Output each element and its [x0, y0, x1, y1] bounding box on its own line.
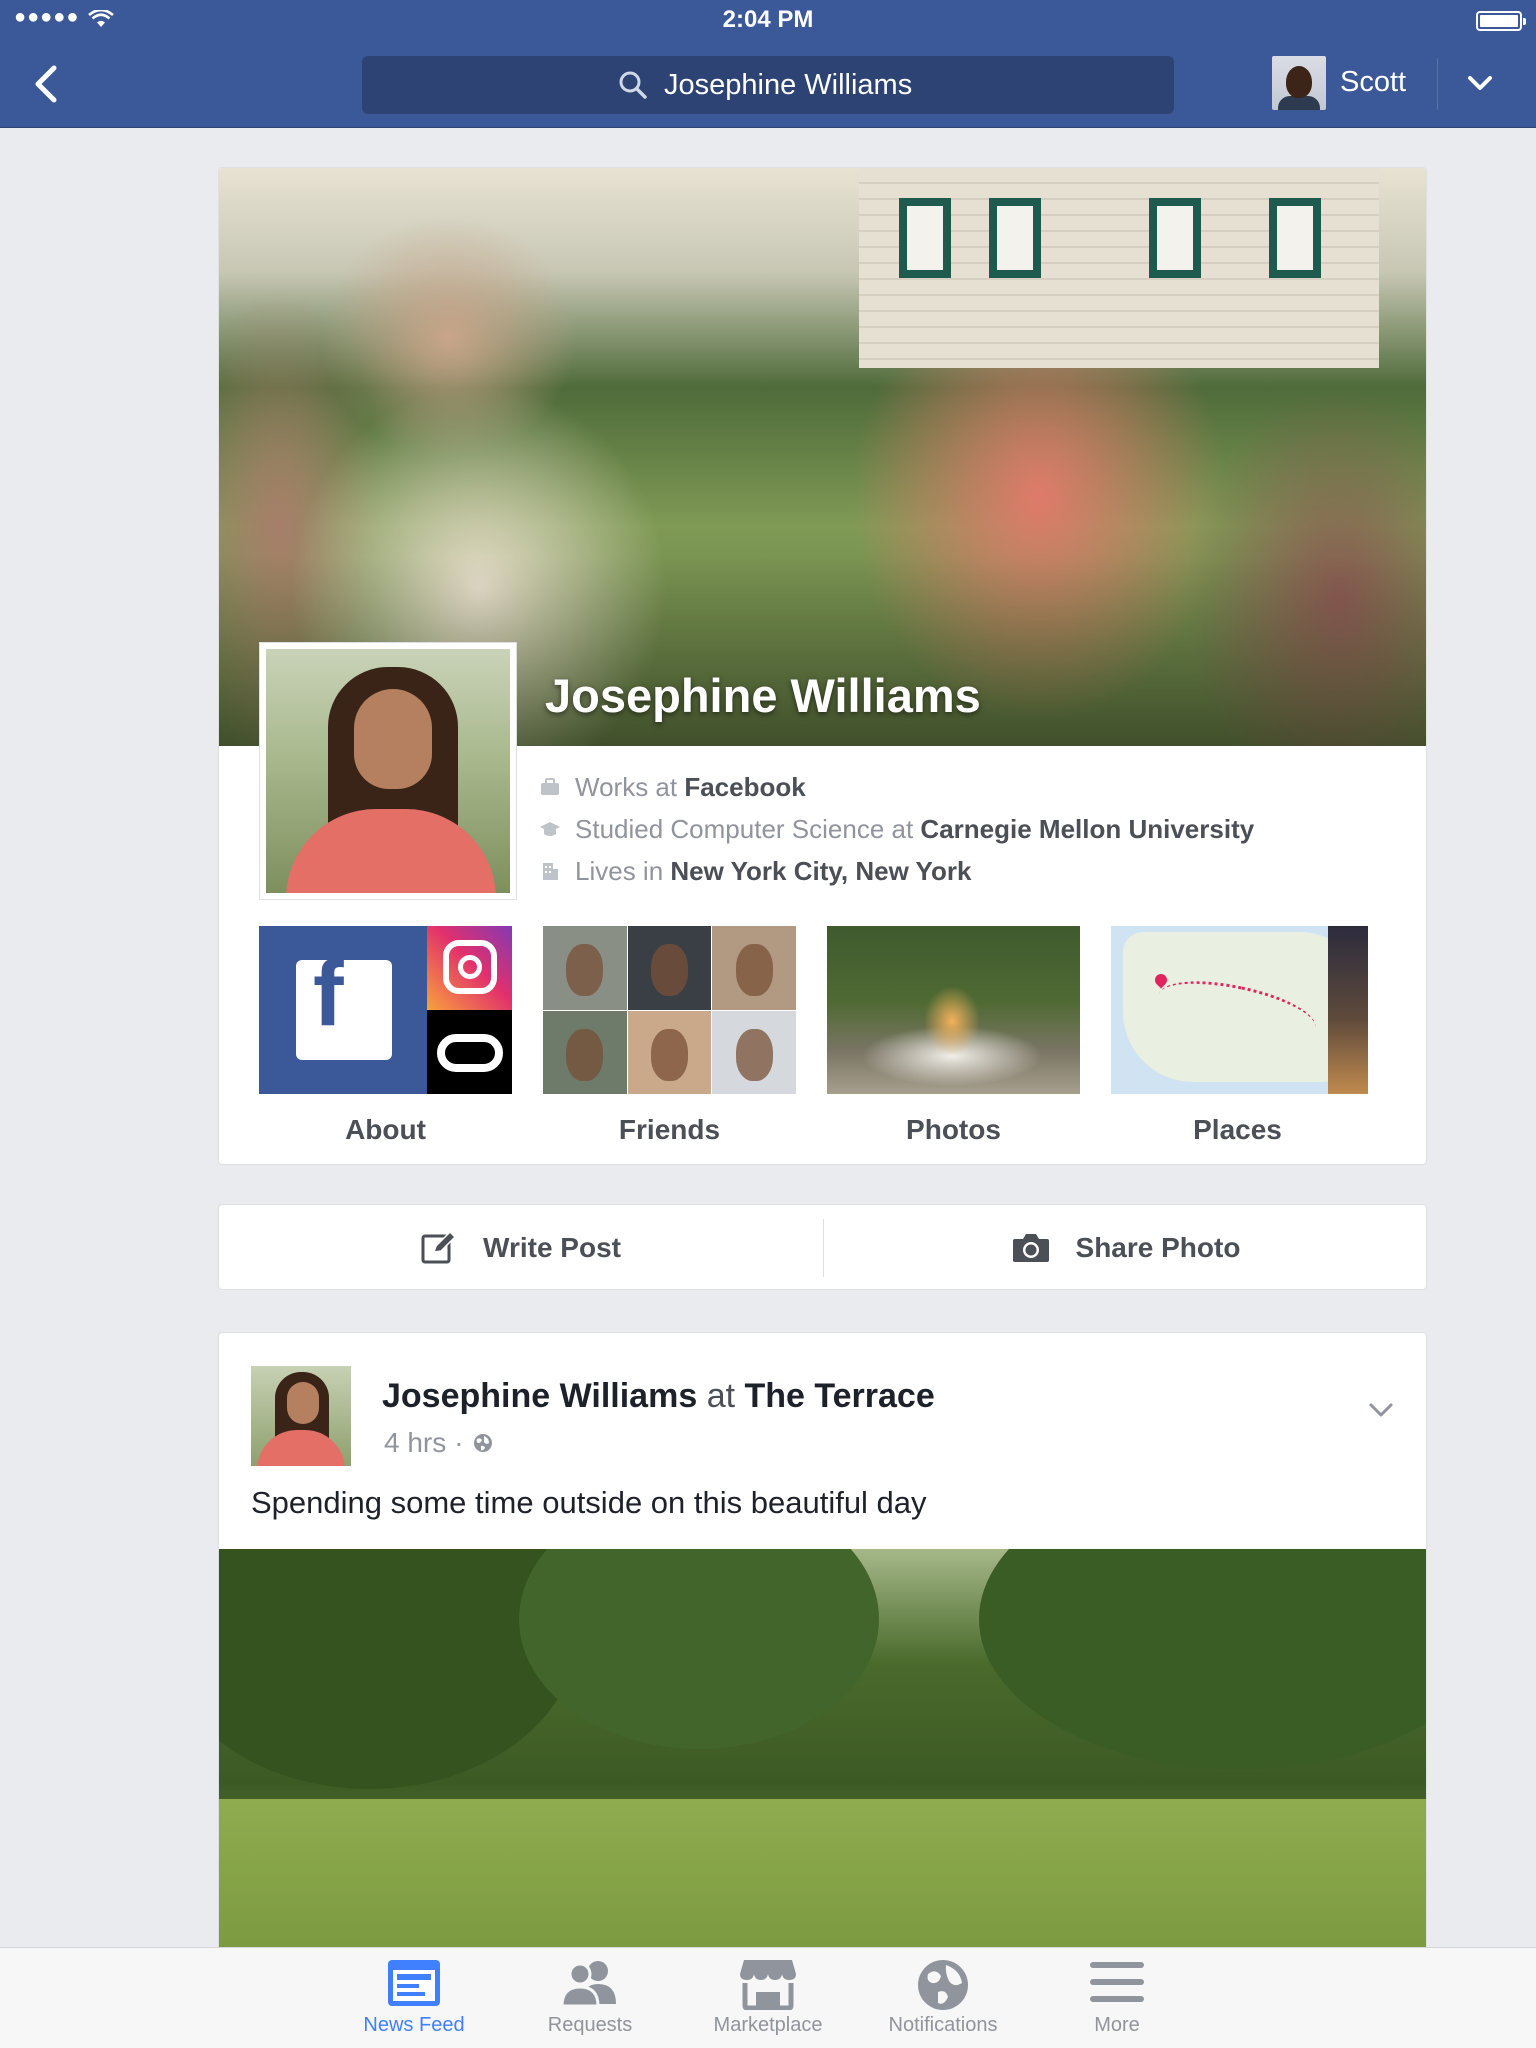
top-navigation-bar: ●●●●● 2:04 PM Josephine Williams Scott — [0, 0, 1536, 128]
edit-icon — [421, 1231, 457, 1264]
profile-name: Josephine Williams — [545, 669, 981, 722]
tab-label: Notifications — [888, 2014, 998, 2036]
back-button[interactable] — [28, 62, 68, 106]
search-input[interactable]: Josephine Williams — [362, 56, 1174, 114]
friend-requests-icon — [560, 1961, 616, 2008]
post-place-name[interactable]: The Terrace — [745, 1377, 935, 1415]
post-header: Josephine Williams at The Terrace — [382, 1377, 935, 1416]
tile-label: Friends — [618, 1114, 721, 1145]
photos-thumbnail — [827, 926, 1080, 1094]
search-icon — [619, 71, 647, 99]
tab-label: News Feed — [363, 2014, 465, 2036]
post-timestamp[interactable]: 4 hrs — [384, 1427, 446, 1459]
chevron-down-icon[interactable] — [1464, 70, 1496, 98]
tab-label: More — [1094, 2014, 1140, 2036]
intro-details: Works at Facebook Studied Computer Scien… — [539, 766, 1254, 892]
search-query-text: Josephine Williams — [664, 69, 913, 101]
post-meta: 4 hrs · — [384, 1427, 494, 1459]
feed-post: Josephine Williams at The Terrace 4 hrs … — [218, 1332, 1427, 2048]
friends-thumbnail — [543, 926, 796, 1094]
status-bar: ●●●●● 2:04 PM — [0, 0, 1536, 40]
post-author-name[interactable]: Josephine Williams — [382, 1377, 697, 1415]
education-row: Studied Computer Science at Carnegie Mel… — [539, 808, 1254, 850]
tile-label: Photos — [906, 1114, 1001, 1145]
about-thumbnail: f — [259, 926, 512, 1094]
profile-card: Josephine Williams Works at Facebook Stu… — [218, 167, 1427, 1165]
menu-icon — [1090, 1962, 1144, 2002]
location-row: Lives in New York City, New York — [539, 850, 1254, 892]
tile-places[interactable]: Places — [1111, 926, 1364, 1145]
post-text: Spending some time outside on this beaut… — [251, 1485, 927, 1520]
globe-icon — [473, 1434, 492, 1452]
tab-requests[interactable]: Requests — [515, 1948, 665, 2048]
share-photo-button[interactable]: Share Photo — [824, 1205, 1428, 1291]
education-school[interactable]: Carnegie Mellon University — [920, 814, 1254, 845]
meta-separator: · — [454, 1427, 464, 1458]
composer-actions: Write Post Share Photo — [218, 1204, 1427, 1290]
facebook-logo-icon: f — [259, 926, 427, 1094]
bottom-tab-bar: News Feed Requests Marketplace Notificat… — [0, 1947, 1536, 2048]
tab-more[interactable]: More — [1042, 1948, 1192, 2048]
tab-label: Marketplace — [713, 2014, 823, 2036]
tile-friends[interactable]: Friends — [543, 926, 796, 1145]
marketplace-icon — [740, 1960, 796, 2010]
tile-partially-visible[interactable] — [1328, 926, 1368, 1094]
user-name: Scott — [1340, 66, 1407, 98]
share-photo-label: Share Photo — [1075, 1232, 1241, 1263]
briefcase-icon — [541, 778, 559, 795]
status-time: 2:04 PM — [722, 6, 814, 33]
tab-marketplace[interactable]: Marketplace — [693, 1948, 843, 2048]
building-icon — [543, 863, 558, 880]
post-at-word: at — [706, 1377, 736, 1415]
battery-icon — [1476, 11, 1526, 31]
tile-photos[interactable]: Photos — [827, 926, 1080, 1145]
tile-label: Places — [1193, 1114, 1282, 1145]
tab-notifications[interactable]: Notifications — [868, 1948, 1018, 2048]
tab-label: Requests — [547, 2014, 633, 2036]
tile-about[interactable]: f About — [259, 926, 512, 1145]
post-options-chevron-icon[interactable] — [1367, 1399, 1395, 1421]
work-employer[interactable]: Facebook — [684, 772, 805, 803]
camera-icon — [1012, 1234, 1049, 1262]
cover-house — [859, 168, 1379, 368]
write-post-button[interactable]: Write Post — [219, 1205, 823, 1291]
oculus-logo-icon — [427, 1010, 512, 1094]
user-avatar — [1272, 56, 1326, 110]
nav-divider — [1437, 58, 1438, 110]
profile-picture[interactable] — [259, 642, 517, 900]
post-author-avatar[interactable] — [251, 1366, 351, 1466]
location-city[interactable]: New York City, New York — [670, 856, 971, 887]
work-row: Works at Facebook — [539, 766, 1254, 808]
notifications-globe-icon — [918, 1960, 968, 2010]
news-feed-icon — [388, 1960, 440, 2006]
tab-news-feed[interactable]: News Feed — [339, 1948, 489, 2048]
tile-label: About — [345, 1114, 426, 1145]
places-map-thumbnail — [1111, 926, 1364, 1094]
graduation-cap-icon — [540, 822, 560, 836]
write-post-label: Write Post — [483, 1232, 621, 1263]
instagram-logo-icon — [427, 926, 512, 1010]
